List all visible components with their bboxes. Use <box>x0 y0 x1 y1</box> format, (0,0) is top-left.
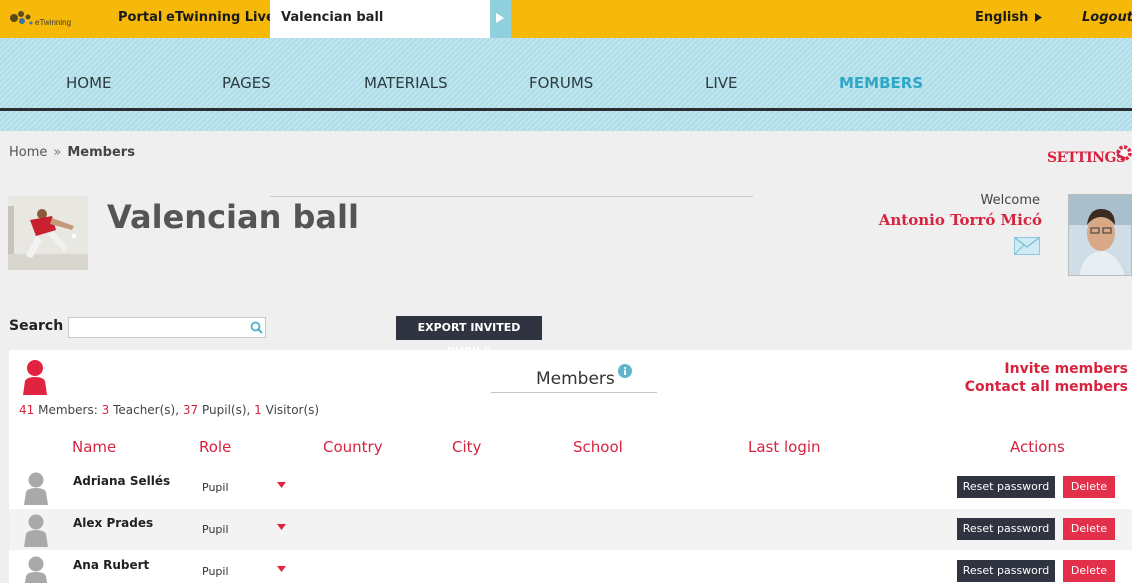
delete-button[interactable]: Delete <box>1063 560 1115 582</box>
column-header-school[interactable]: School <box>573 438 623 456</box>
info-icon[interactable] <box>618 364 632 378</box>
breadcrumb: Home » Members <box>9 145 135 160</box>
reset-password-button[interactable]: Reset password <box>957 518 1055 540</box>
column-header-country[interactable]: Country <box>323 438 383 456</box>
pupil-label: Pupil(s), <box>201 403 251 417</box>
teacher-label: Teacher(s), <box>113 403 180 417</box>
nav-item-live[interactable]: LIVE <box>705 74 738 92</box>
etwinning-logo-icon <box>10 10 33 24</box>
project-selector-arrow-button[interactable] <box>490 0 511 38</box>
chevron-down-icon[interactable] <box>277 566 286 572</box>
main-navigation: HOME PAGES MATERIALS FORUMS LIVE MEMBERS <box>0 38 1132 110</box>
members-heading: Members <box>536 369 615 389</box>
breadcrumb-current: Members <box>67 145 135 160</box>
search-icon[interactable] <box>250 321 263 334</box>
total-label: Members: <box>38 403 98 417</box>
delete-button[interactable]: Delete <box>1063 476 1115 498</box>
table-row: Alex Prades Pupil Reset password Delete <box>9 509 1132 550</box>
breadcrumb-separator: » <box>53 145 62 160</box>
nav-item-home[interactable]: HOME <box>66 74 112 92</box>
members-heading-underline <box>491 392 657 393</box>
member-avatar-icon <box>24 556 48 583</box>
language-arrow-icon[interactable] <box>1035 13 1042 22</box>
nav-item-members[interactable]: MEMBERS <box>839 74 923 92</box>
table-row: Adriana Sellés Pupil Reset password Dele… <box>9 467 1132 508</box>
search-input[interactable] <box>68 317 266 338</box>
nav-item-pages[interactable]: PAGES <box>222 74 271 92</box>
breadcrumb-home[interactable]: Home <box>9 145 47 160</box>
nav-item-forums[interactable]: FORUMS <box>529 74 593 92</box>
person-icon <box>23 360 47 395</box>
member-name[interactable]: Adriana Sellés <box>73 474 170 488</box>
reset-password-button[interactable]: Reset password <box>957 560 1055 582</box>
search-label: Search <box>9 318 64 334</box>
members-panel: Members Invite members Contact all membe… <box>9 350 1132 583</box>
project-title: Valencian ball <box>107 198 359 236</box>
etwinning-logo[interactable]: eTwinning <box>8 8 71 27</box>
contact-all-members-link[interactable]: Contact all members <box>965 379 1128 395</box>
visitor-label: Visitor(s) <box>265 403 320 417</box>
user-photo-icon <box>1069 195 1131 275</box>
logo-text: eTwinning <box>35 18 72 27</box>
pupil-count[interactable]: 37 <box>183 403 198 417</box>
member-name[interactable]: Alex Prades <box>73 516 153 530</box>
user-avatar[interactable] <box>1068 194 1132 276</box>
invite-members-link[interactable]: Invite members <box>1004 361 1128 377</box>
settings-link[interactable]: SETTINGS <box>1047 150 1126 166</box>
member-name[interactable]: Ana Rubert <box>73 558 149 572</box>
total-count: 41 <box>19 403 35 417</box>
column-header-name[interactable]: Name <box>72 438 116 456</box>
user-name[interactable]: Antonio Torró Micó <box>850 211 1042 229</box>
member-counts: 41 Members: 3 Teacher(s), 37 Pupil(s), 1… <box>19 403 319 417</box>
table-row: Ana Rubert Pupil Reset password Delete <box>9 551 1132 583</box>
column-header-last-login[interactable]: Last login <box>748 438 821 456</box>
column-header-city[interactable]: City <box>452 438 481 456</box>
project-selector-label: Valencian ball <box>281 10 384 25</box>
teacher-count[interactable]: 3 <box>102 403 110 417</box>
language-selector[interactable]: English <box>975 10 1028 25</box>
mail-icon[interactable] <box>1014 237 1040 255</box>
title-divider <box>270 196 753 197</box>
play-arrow-icon <box>496 13 504 23</box>
etwinning-live-link[interactable]: eTwinning Live <box>166 10 275 25</box>
visitor-count[interactable]: 1 <box>254 403 262 417</box>
reset-password-button[interactable]: Reset password <box>957 476 1055 498</box>
column-header-actions: Actions <box>1010 438 1065 456</box>
portal-link[interactable]: Portal <box>118 10 162 25</box>
logout-link[interactable]: Logout <box>1082 10 1132 25</box>
project-image <box>8 196 88 270</box>
welcome-label: Welcome <box>980 193 1040 208</box>
project-photo-icon <box>8 196 88 270</box>
top-bar: eTwinning Portal eTwinning Live Valencia… <box>0 0 1132 38</box>
nav-stripe <box>0 111 1132 131</box>
chevron-down-icon[interactable] <box>277 482 286 488</box>
export-invited-pupils-button[interactable]: EXPORT INVITED PUPILS <box>396 316 542 358</box>
member-avatar-icon <box>24 514 48 547</box>
delete-button[interactable]: Delete <box>1063 518 1115 540</box>
nav-item-materials[interactable]: MATERIALS <box>364 74 448 92</box>
project-selector[interactable]: Valencian ball <box>270 0 490 38</box>
chevron-down-icon[interactable] <box>277 524 286 530</box>
member-avatar-icon <box>24 472 48 505</box>
column-header-role[interactable]: Role <box>199 438 231 456</box>
gear-icon[interactable] <box>1116 145 1132 161</box>
